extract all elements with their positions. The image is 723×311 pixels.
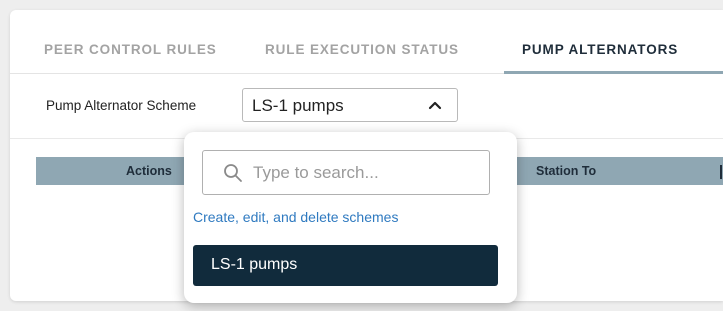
dropdown-option-label: LS-1 pumps [211,256,298,273]
column-header-actions[interactable]: Actions [126,164,172,178]
tab-peer-control-rules[interactable]: PEER CONTROL RULES [44,42,217,57]
chevron-up-icon [428,101,442,110]
column-resize-handle[interactable] [720,165,722,179]
manage-schemes-link[interactable]: Create, edit, and delete schemes [193,209,398,225]
active-tab-indicator [504,71,723,74]
tab-bar: PEER CONTROL RULES RULE EXECUTION STATUS… [10,10,723,74]
scheme-select[interactable]: LS-1 pumps [242,88,458,122]
scheme-label: Pump Alternator Scheme [46,98,197,113]
search-input[interactable] [253,159,473,187]
search-field[interactable] [202,150,490,195]
scheme-selected-value: LS-1 pumps [252,96,344,115]
tab-divider [10,73,504,74]
column-header-station-to[interactable]: Station To [536,164,596,178]
scheme-dropdown: Create, edit, and delete schemes LS-1 pu… [184,132,517,303]
tab-rule-execution-status[interactable]: RULE EXECUTION STATUS [265,42,459,57]
tab-pump-alternators[interactable]: PUMP ALTERNATORS [522,42,678,57]
search-icon [224,164,242,182]
dropdown-option-ls1-pumps[interactable]: LS-1 pumps [193,245,498,286]
